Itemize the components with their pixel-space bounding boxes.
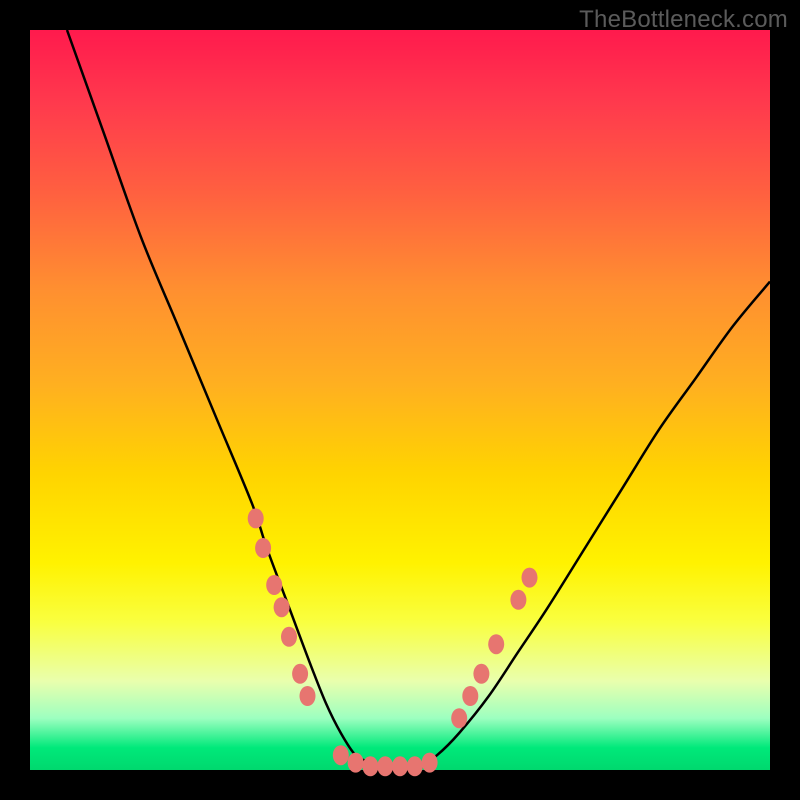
curve-marker	[255, 538, 271, 558]
curve-marker	[362, 756, 378, 776]
curve-marker	[488, 634, 504, 654]
curve-marker	[348, 753, 364, 773]
curve-marker	[407, 756, 423, 776]
curve-marker	[292, 664, 308, 684]
chart-svg	[30, 30, 770, 770]
curve-marker	[473, 664, 489, 684]
curve-marker	[451, 708, 467, 728]
curve-marker	[266, 575, 282, 595]
curve-marker	[522, 568, 538, 588]
outer-frame: TheBottleneck.com	[0, 0, 800, 800]
curve-marker	[422, 753, 438, 773]
bottleneck-curve	[67, 30, 770, 771]
curve-marker	[392, 756, 408, 776]
curve-marker	[300, 686, 316, 706]
curve-marker	[248, 508, 264, 528]
plot-area	[30, 30, 770, 770]
curve-marker	[333, 745, 349, 765]
curve-marker	[462, 686, 478, 706]
curve-markers	[248, 508, 538, 776]
curve-marker	[510, 590, 526, 610]
curve-marker	[281, 627, 297, 647]
curve-marker	[377, 756, 393, 776]
curve-marker	[274, 597, 290, 617]
